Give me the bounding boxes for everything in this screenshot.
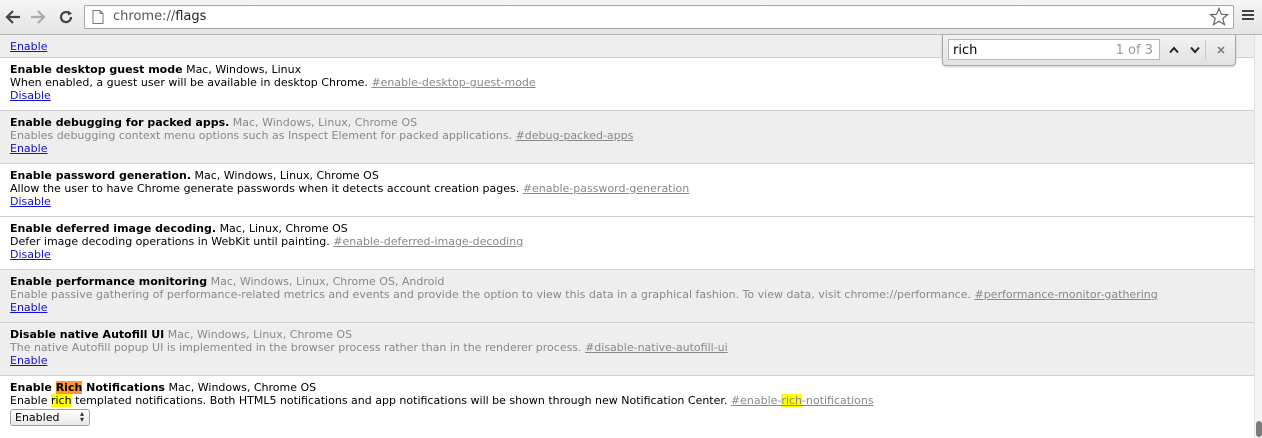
- flag-name: Enable deferred image decoding.: [10, 222, 217, 235]
- scrollbar-thumb[interactable]: [1256, 421, 1262, 437]
- flag-platforms: Mac, Windows, Linux, Chrome OS: [232, 116, 418, 129]
- chevron-up-icon: [1169, 45, 1179, 53]
- find-match: rich: [50, 394, 72, 407]
- find-close-button[interactable]: [1211, 40, 1231, 59]
- flag-description: Enable passive gathering of performance-…: [10, 288, 971, 301]
- flag-permalink[interactable]: #enable-rich-notifications: [731, 394, 874, 407]
- permalink-suffix: -notifications: [802, 394, 874, 407]
- find-input[interactable]: rich 1 of 3: [948, 39, 1160, 60]
- flag-action-link[interactable]: Disable: [10, 248, 51, 261]
- forward-button[interactable]: [27, 6, 49, 28]
- desc-suffix: templated notifications. Both HTML5 noti…: [71, 394, 728, 407]
- find-match-active: Rich: [55, 381, 83, 394]
- flag-description: When enabled, a guest user will be avail…: [10, 76, 368, 89]
- flag-row-password-generation: Enable password generation. Mac, Windows…: [0, 164, 1254, 217]
- reload-icon: [59, 10, 73, 24]
- flag-action-link[interactable]: Enable: [10, 301, 47, 314]
- find-bar: rich 1 of 3: [942, 35, 1236, 66]
- flag-permalink[interactable]: #debug-packed-apps: [516, 129, 634, 142]
- flag-row-performance-monitoring: Enable performance monitoring Mac, Windo…: [0, 270, 1254, 323]
- flag-action-link[interactable]: Enable: [10, 142, 47, 155]
- flag-name: Disable native Autofill UI: [10, 328, 165, 341]
- flag-description: The native Autofill popup UI is implemen…: [10, 341, 582, 354]
- browser-toolbar: chrome://flags: [0, 0, 1262, 35]
- flag-permalink[interactable]: #performance-monitor-gathering: [974, 288, 1157, 301]
- hamburger-menu-icon: [1242, 10, 1254, 20]
- url-text: chrome://flags: [113, 9, 206, 24]
- flag-permalink[interactable]: #enable-desktop-guest-mode: [371, 76, 535, 89]
- flag-action-link[interactable]: Enable: [10, 354, 47, 367]
- flag-description: Enable rich templated notifications. Bot…: [10, 394, 727, 407]
- flag-row-rich-notifications: Enable Rich Notifications Mac, Windows, …: [0, 376, 1254, 438]
- flag-name: Enable debugging for packed apps.: [10, 116, 230, 129]
- desc-prefix: Enable: [10, 394, 51, 407]
- flag-row-native-autofill-ui: Disable native Autofill UI Mac, Windows,…: [0, 323, 1254, 376]
- chrome-menu-button[interactable]: [1241, 8, 1255, 25]
- address-bar[interactable]: chrome://flags: [84, 5, 1234, 29]
- flag-name: Enable password generation.: [10, 169, 192, 182]
- find-next-button[interactable]: [1185, 40, 1205, 59]
- find-match-count: 1 of 3: [1115, 43, 1153, 58]
- find-separator: [1205, 40, 1206, 60]
- flag-state-select[interactable]: Enabled: [10, 409, 90, 426]
- flag-action-link[interactable]: Disable: [10, 195, 51, 208]
- flag-platforms: Mac, Windows, Linux, Chrome OS: [167, 328, 353, 341]
- flag-platforms: Mac, Windows, Linux: [186, 63, 302, 76]
- reload-button[interactable]: [55, 6, 77, 28]
- page-icon: [92, 10, 104, 24]
- url-scheme: chrome://: [113, 9, 176, 24]
- flag-name: Enable desktop guest mode: [10, 63, 183, 76]
- flag-name: Enable Rich Notifications: [10, 381, 165, 394]
- flags-page: Enable Enable desktop guest mode Mac, Wi…: [0, 35, 1254, 438]
- flag-name: Enable performance monitoring: [10, 275, 208, 288]
- find-match: rich: [781, 394, 802, 407]
- star-icon[interactable]: [1209, 7, 1229, 27]
- forward-arrow-icon: [31, 10, 46, 24]
- flag-platforms: Mac, Windows, Linux, Chrome OS, Android: [210, 275, 445, 288]
- url-path: flags: [175, 9, 207, 24]
- vertical-scrollbar[interactable]: [1254, 35, 1262, 438]
- flag-description: Defer image decoding operations in WebKi…: [10, 235, 330, 248]
- flag-platforms: Mac, Windows, Linux, Chrome OS: [194, 169, 379, 182]
- flag-description: Allow the user to have Chrome generate p…: [10, 182, 520, 195]
- flag-permalink[interactable]: #enable-deferred-image-decoding: [333, 235, 523, 248]
- flag-action-link[interactable]: Disable: [10, 89, 51, 102]
- flag-permalink[interactable]: #enable-password-generation: [523, 182, 690, 195]
- flag-platforms: Mac, Windows, Chrome OS: [168, 381, 317, 394]
- find-query: rich: [953, 43, 978, 58]
- find-previous-button[interactable]: [1164, 40, 1184, 59]
- flag-name-suffix: Notifications: [82, 381, 165, 394]
- close-icon: [1217, 45, 1225, 54]
- flag-action-link[interactable]: Enable: [10, 40, 47, 53]
- flag-platforms: Mac, Linux, Chrome OS: [219, 222, 348, 235]
- flag-state-select-wrap: Enabled ▴ ▾: [10, 409, 90, 426]
- flag-name-prefix: Enable: [10, 381, 56, 394]
- flag-row-deferred-image-decoding: Enable deferred image decoding. Mac, Lin…: [0, 217, 1254, 270]
- flag-permalink[interactable]: #disable-native-autofill-ui: [585, 341, 728, 354]
- chevron-down-icon: [1190, 46, 1200, 54]
- permalink-prefix: #enable-: [730, 394, 782, 407]
- flag-description: Enables debugging context menu options s…: [10, 129, 513, 142]
- back-arrow-icon: [5, 10, 20, 24]
- back-button[interactable]: [2, 6, 24, 28]
- flag-row-debug-packed-apps: Enable debugging for packed apps. Mac, W…: [0, 111, 1254, 164]
